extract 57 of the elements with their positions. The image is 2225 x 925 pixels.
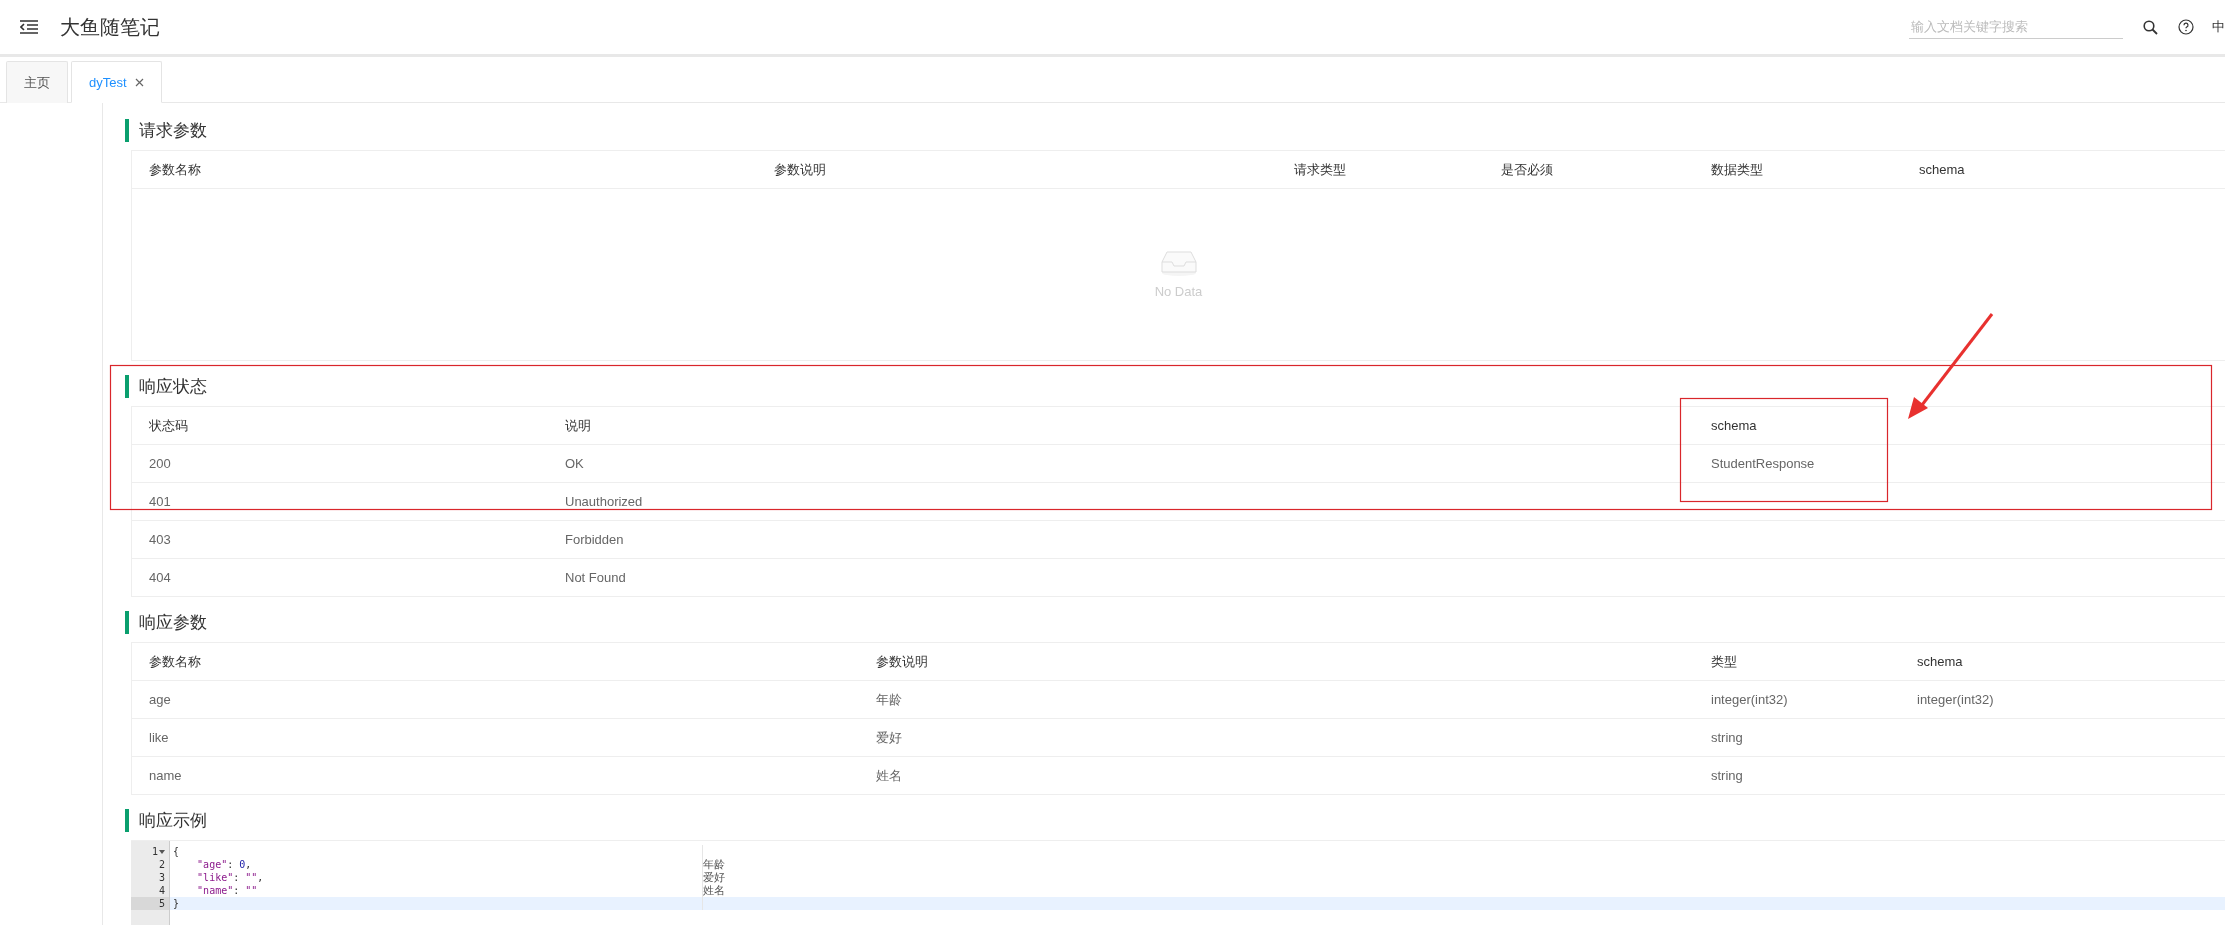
code-line: "like": "", [170, 871, 703, 884]
search-icon[interactable] [2143, 19, 2158, 35]
column-header: 类型 [1710, 652, 1738, 671]
column-header: 状态码 [148, 416, 189, 435]
column-header: schema [1710, 418, 1758, 433]
table-cell-text: string [1710, 730, 1744, 745]
language-button[interactable]: 中 [2212, 18, 2225, 36]
table-cell-text: integer(int32) [1710, 692, 1789, 707]
table-cell-text: 404 [148, 570, 172, 585]
column-header: 参数名称 [148, 652, 202, 671]
table-cell-text: age [148, 692, 172, 707]
help-icon[interactable] [2178, 19, 2194, 35]
line-number: 4 [158, 884, 165, 897]
code-line: "age": 0, [170, 858, 703, 871]
column-header: 参数说明 [773, 160, 827, 179]
column-header: schema [1918, 162, 1966, 177]
table-cell-text: 200 [148, 456, 172, 471]
code-note: 姓名 [703, 884, 725, 897]
table-cell-text: OK [564, 456, 585, 471]
section-title: 请求参数 [125, 119, 2225, 142]
code-note: 爱好 [703, 871, 725, 884]
line-number: 1 [151, 845, 158, 858]
table-cell-text: Forbidden [564, 532, 625, 547]
table-cell-text: like [148, 730, 170, 745]
table-cell-text: 姓名 [875, 766, 903, 785]
table-cell-text: Not Found [564, 570, 627, 585]
table-cell-text: 爱好 [875, 728, 903, 747]
column-header: 请求类型 [1293, 160, 1347, 179]
table-cell-text: StudentResponse [1710, 456, 1816, 471]
section-title: 响应示例 [125, 809, 2225, 832]
table-cell-text: 403 [148, 532, 172, 547]
code-line: { [170, 845, 703, 858]
code-editor[interactable]: 1 2 3 4 5 { "age": 0, 年龄 "like": "", 爱好 "name": "" 姓名 } [131, 840, 2225, 925]
line-number: 2 [158, 858, 165, 871]
empty-inbox-icon [1160, 250, 1197, 276]
column-header: 参数说明 [875, 652, 929, 671]
table-cell-text: integer(int32) [1916, 692, 1995, 707]
table-cell-text: string [1710, 768, 1744, 783]
code-line: } [170, 897, 703, 910]
column-header: 是否必须 [1500, 160, 1554, 179]
tab[interactable]: 主页 [6, 61, 68, 103]
line-number: 3 [158, 871, 165, 884]
close-icon[interactable] [134, 77, 144, 87]
menu-icon[interactable] [20, 20, 38, 34]
column-header: schema [1916, 654, 1964, 669]
table-cell-text: name [148, 768, 183, 783]
column-header: 说明 [564, 416, 592, 435]
code-note: 年龄 [703, 858, 725, 871]
app-title: 大鱼随笔记 [60, 14, 160, 40]
section-title: 响应参数 [125, 611, 2225, 634]
table-cell-text: 401 [148, 494, 172, 509]
column-header: 参数名称 [148, 160, 202, 179]
column-header: 数据类型 [1710, 160, 1764, 179]
fold-caret-icon[interactable] [159, 849, 165, 854]
table-cell-text: 年龄 [875, 690, 903, 709]
table-cell-text: Unauthorized [564, 494, 644, 509]
line-number: 5 [158, 897, 165, 910]
